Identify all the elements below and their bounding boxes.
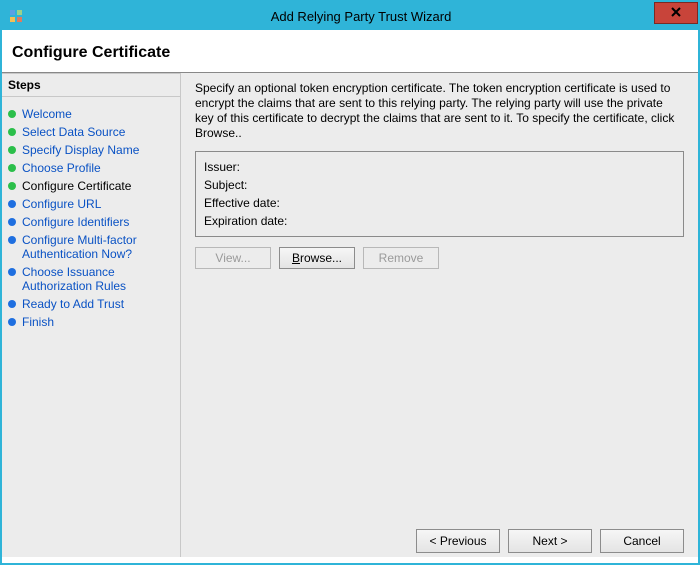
step-bullet-icon bbox=[8, 182, 16, 190]
cert-issuer-label: Issuer: bbox=[204, 160, 240, 174]
wizard-body: Steps Welcome Select Data Source Specify… bbox=[2, 73, 698, 557]
step-label: Choose Profile bbox=[22, 161, 174, 175]
browse-button[interactable]: Browse... bbox=[279, 247, 355, 269]
cert-expiration-label: Expiration date: bbox=[204, 214, 287, 228]
next-button-label: Next > bbox=[532, 534, 567, 548]
step-finish[interactable]: Finish bbox=[8, 315, 174, 329]
window-title: Add Relying Party Trust Wizard bbox=[24, 9, 698, 24]
step-configure-certificate[interactable]: Configure Certificate bbox=[8, 179, 174, 193]
step-label: Specify Display Name bbox=[22, 143, 174, 157]
step-bullet-icon bbox=[8, 128, 16, 136]
cert-effective-row: Effective date: bbox=[204, 194, 675, 212]
view-button-label: View... bbox=[215, 251, 250, 265]
cert-issuer-row: Issuer: bbox=[204, 158, 675, 176]
close-button[interactable] bbox=[654, 2, 698, 24]
step-label: Choose Issuance Authorization Rules bbox=[22, 265, 174, 293]
previous-button-label: < Previous bbox=[429, 534, 486, 548]
step-bullet-icon bbox=[8, 236, 16, 244]
step-configure-mfa[interactable]: Configure Multi-factor Authentication No… bbox=[8, 233, 174, 261]
certificate-details-box: Issuer: Subject: Effective date: Expirat… bbox=[195, 151, 684, 237]
page-title: Configure Certificate bbox=[2, 30, 698, 72]
remove-button-label: Remove bbox=[379, 251, 424, 265]
step-label: Configure Certificate bbox=[22, 179, 174, 193]
next-button[interactable]: Next > bbox=[508, 529, 592, 553]
cancel-button-label: Cancel bbox=[623, 534, 660, 548]
content-pane: Specify an optional token encryption cer… bbox=[180, 73, 698, 557]
step-select-data-source[interactable]: Select Data Source bbox=[8, 125, 174, 139]
step-label: Finish bbox=[22, 315, 174, 329]
step-bullet-icon bbox=[8, 200, 16, 208]
step-configure-url[interactable]: Configure URL bbox=[8, 197, 174, 211]
step-choose-issuance-rules[interactable]: Choose Issuance Authorization Rules bbox=[8, 265, 174, 293]
close-icon bbox=[670, 6, 682, 21]
app-icon bbox=[8, 8, 24, 24]
browse-button-label: Browse... bbox=[292, 251, 342, 265]
wizard-window: Add Relying Party Trust Wizard Configure… bbox=[0, 0, 700, 565]
wizard-footer: < Previous Next > Cancel bbox=[416, 529, 684, 553]
step-bullet-icon bbox=[8, 300, 16, 308]
cert-subject-row: Subject: bbox=[204, 176, 675, 194]
step-label: Configure URL bbox=[22, 197, 174, 211]
cert-subject-label: Subject: bbox=[204, 178, 247, 192]
cert-expiration-row: Expiration date: bbox=[204, 212, 675, 230]
step-ready-to-add-trust[interactable]: Ready to Add Trust bbox=[8, 297, 174, 311]
step-welcome[interactable]: Welcome bbox=[8, 107, 174, 121]
remove-button: Remove bbox=[363, 247, 439, 269]
step-label: Select Data Source bbox=[22, 125, 174, 139]
view-button: View... bbox=[195, 247, 271, 269]
titlebar: Add Relying Party Trust Wizard bbox=[2, 2, 698, 30]
step-label: Configure Identifiers bbox=[22, 215, 174, 229]
step-configure-identifiers[interactable]: Configure Identifiers bbox=[8, 215, 174, 229]
certificate-button-row: View... Browse... Remove bbox=[195, 247, 684, 269]
cancel-button[interactable]: Cancel bbox=[600, 529, 684, 553]
step-bullet-icon bbox=[8, 164, 16, 172]
step-bullet-icon bbox=[8, 318, 16, 326]
steps-sidebar: Steps Welcome Select Data Source Specify… bbox=[2, 73, 180, 557]
step-label: Ready to Add Trust bbox=[22, 297, 174, 311]
step-bullet-icon bbox=[8, 218, 16, 226]
step-specify-display-name[interactable]: Specify Display Name bbox=[8, 143, 174, 157]
cert-effective-label: Effective date: bbox=[204, 196, 280, 210]
step-label: Configure Multi-factor Authentication No… bbox=[22, 233, 174, 261]
description-text: Specify an optional token encryption cer… bbox=[195, 81, 684, 141]
step-bullet-icon bbox=[8, 110, 16, 118]
steps-list: Welcome Select Data Source Specify Displ… bbox=[2, 97, 180, 339]
step-choose-profile[interactable]: Choose Profile bbox=[8, 161, 174, 175]
step-bullet-icon bbox=[8, 268, 16, 276]
step-bullet-icon bbox=[8, 146, 16, 154]
previous-button[interactable]: < Previous bbox=[416, 529, 500, 553]
step-label: Welcome bbox=[22, 107, 174, 121]
steps-header: Steps bbox=[2, 73, 180, 97]
